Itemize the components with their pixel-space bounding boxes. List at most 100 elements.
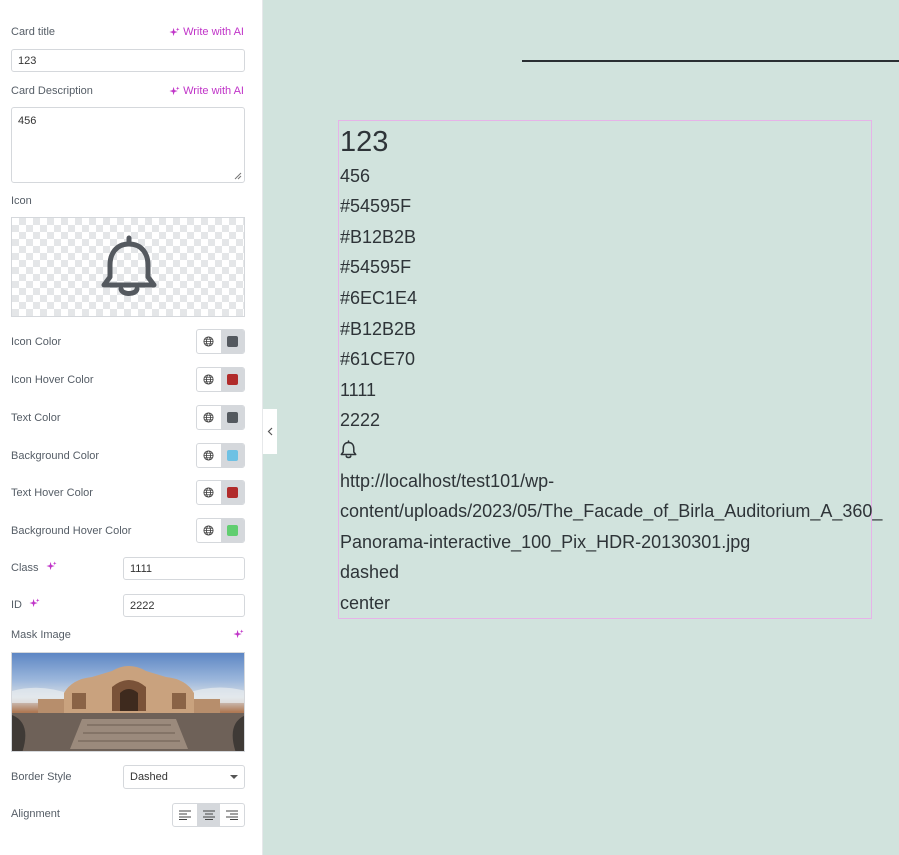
sparkle-icon: [46, 561, 57, 571]
background-hover-color-text: #61CE70: [340, 349, 416, 369]
card-description-value: 456: [18, 115, 37, 127]
align-center-icon: [202, 810, 215, 820]
icon-label: Icon: [11, 195, 32, 207]
icon-color-control[interactable]: [196, 329, 245, 354]
sparkle-icon: [169, 26, 180, 36]
id-label: ID: [11, 598, 40, 612]
alignment-label: Alignment: [11, 808, 60, 820]
mask-url-line-1: http://localhost/test101/wp-: [340, 471, 555, 491]
color-swatch: [226, 412, 238, 423]
global-colors-button[interactable]: [197, 481, 221, 504]
icon-color-text: #54595F: [340, 196, 412, 216]
write-with-ai-description-button[interactable]: Write with AI: [169, 85, 244, 97]
global-colors-button[interactable]: [197, 330, 221, 353]
chevron-left-icon: [267, 427, 273, 436]
id-label-text: ID: [11, 599, 22, 611]
align-right-icon: [226, 810, 239, 820]
bell-icon: [340, 440, 357, 459]
id-text: 2222: [340, 410, 381, 430]
color-swatch: [226, 487, 238, 498]
sparkle-icon: [233, 629, 244, 639]
border-style-text: dashed: [340, 562, 400, 582]
chevron-down-icon: [230, 775, 238, 779]
border-style-label: Border Style: [11, 771, 72, 783]
resize-handle-icon[interactable]: [234, 172, 242, 180]
color-row-label: Text Color: [11, 412, 61, 424]
globe-icon: [203, 525, 214, 536]
color-row-background-hover-color: Background Hover Color: [0, 518, 263, 544]
class-text: 1111: [340, 380, 377, 400]
id-input[interactable]: 2222: [123, 594, 245, 617]
mask-url-line-2: content/uploads/2023/05/The_Facade_of_Bi…: [340, 501, 883, 521]
globe-icon: [203, 412, 214, 423]
color-swatch-button[interactable]: [220, 330, 244, 353]
mask-image-label: Mask Image: [11, 629, 71, 641]
color-swatch: [226, 374, 238, 385]
color-row-icon-hover-color: Icon Hover Color: [0, 367, 263, 393]
global-colors-button[interactable]: [197, 406, 221, 429]
global-colors-button[interactable]: [197, 368, 221, 391]
color-row-label: Background Hover Color: [11, 525, 132, 537]
write-with-ai-title-button[interactable]: Write with AI: [169, 26, 244, 38]
class-input[interactable]: 1111: [123, 557, 245, 580]
color-swatch-button[interactable]: [220, 444, 244, 467]
text-hover-color-text: #B12B2B: [340, 319, 417, 339]
icon-picker[interactable]: [11, 217, 245, 317]
color-swatch-button[interactable]: [220, 481, 244, 504]
card-preview[interactable]: 123 456 #54595F #B12B2B #54595F #6EC1E4 …: [338, 120, 882, 619]
sparkle-icon: [29, 598, 40, 608]
globe-icon: [203, 374, 214, 385]
card-title: 123: [340, 126, 389, 158]
card-title-input[interactable]: 123: [11, 49, 245, 72]
mask-url-line-3: Panorama-interactive_100_Pix_HDR-2013030…: [340, 532, 751, 552]
color-row-label: Icon Hover Color: [11, 374, 94, 386]
color-row-background-color: Background Color: [0, 443, 263, 469]
color-row-icon-color: Icon Color: [0, 329, 263, 355]
color-swatch-button[interactable]: [220, 406, 244, 429]
color-row-text-hover-color: Text Hover Color: [0, 480, 263, 506]
align-center-button[interactable]: [196, 804, 221, 826]
globe-icon: [203, 450, 214, 461]
color-row-label: Text Hover Color: [11, 487, 93, 499]
text-hover-color-control[interactable]: [196, 480, 245, 505]
color-row-label: Background Color: [11, 450, 100, 462]
ai-id-button[interactable]: [29, 598, 40, 612]
write-with-ai-label: Write with AI: [183, 85, 244, 97]
background-color-control[interactable]: [196, 443, 245, 468]
alignment-text: center: [340, 593, 391, 613]
text-color-text: #54595F: [340, 257, 412, 277]
class-label-text: Class: [11, 562, 39, 574]
background-color-text: #6EC1E4: [340, 288, 418, 308]
collapse-panel-button[interactable]: [263, 409, 277, 454]
color-swatch-button[interactable]: [220, 368, 244, 391]
panorama-image: [12, 666, 244, 751]
align-left-icon: [178, 810, 191, 820]
class-label: Class: [11, 561, 57, 575]
global-colors-button[interactable]: [197, 519, 221, 542]
global-colors-button[interactable]: [197, 444, 221, 467]
text-color-control[interactable]: [196, 405, 245, 430]
color-swatch-button[interactable]: [220, 519, 244, 542]
write-with-ai-label: Write with AI: [183, 26, 244, 38]
divider-line: [522, 60, 899, 62]
card-description-textarea[interactable]: 456: [11, 107, 245, 183]
background-hover-color-control[interactable]: [196, 518, 245, 543]
sparkle-icon: [169, 85, 180, 95]
ai-mask-image-button[interactable]: [233, 629, 244, 640]
card-title-label: Card title: [11, 26, 56, 38]
globe-icon: [203, 336, 214, 347]
ai-class-button[interactable]: [46, 561, 57, 575]
border-style-select[interactable]: Dashed: [123, 765, 245, 789]
color-swatch: [226, 336, 238, 347]
card-description-label: Card Description: [11, 85, 93, 97]
color-row-text-color: Text Color: [0, 405, 263, 431]
border-style-value: Dashed: [130, 771, 168, 783]
card-description: 456: [340, 166, 371, 186]
align-right-button[interactable]: [220, 804, 244, 826]
align-left-button[interactable]: [173, 804, 197, 826]
color-swatch: [226, 450, 238, 461]
mask-image-preview[interactable]: [11, 652, 245, 752]
icon-hover-color-text: #B12B2B: [340, 227, 417, 247]
globe-icon: [203, 487, 214, 498]
icon-hover-color-control[interactable]: [196, 367, 245, 392]
